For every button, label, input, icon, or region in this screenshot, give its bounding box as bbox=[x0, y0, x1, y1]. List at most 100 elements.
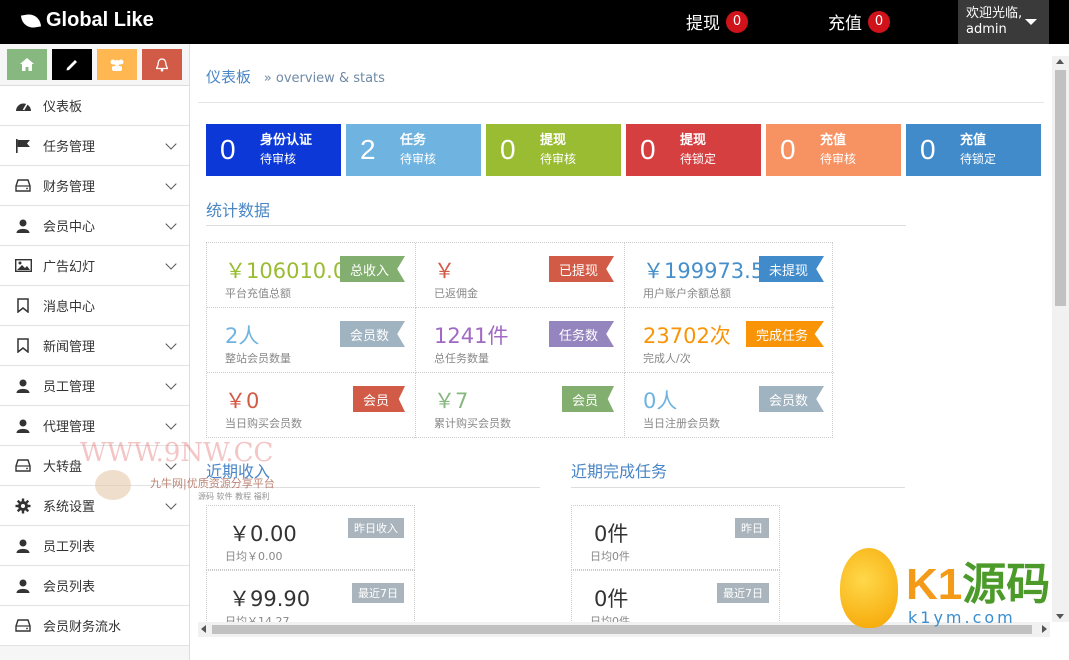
top-navbar: Global Like 提现 0 充值 0 欢迎光临, admin bbox=[0, 0, 1069, 44]
tile-count: 0 bbox=[500, 134, 516, 165]
vertical-scrollbar[interactable] bbox=[1052, 56, 1069, 622]
sidebar-item-label: 会员列表 bbox=[43, 580, 96, 595]
sidebar-item-label: 财务管理 bbox=[43, 180, 96, 195]
sidebar-item-5[interactable]: 消息中心 bbox=[0, 286, 189, 326]
brand-logo[interactable]: Global Like bbox=[20, 9, 154, 32]
k1-logo-icon bbox=[840, 548, 898, 628]
watermark-9nw: WWW.9NW.CC bbox=[80, 438, 274, 468]
sidebar-item-1[interactable]: 任务管理 bbox=[0, 126, 189, 166]
tasks-desc: 日均0件 bbox=[590, 550, 630, 563]
shortcut-home-button[interactable] bbox=[7, 49, 47, 80]
tile-subtitle: 待锁定 bbox=[960, 152, 997, 166]
page-title[interactable]: 仪表板 bbox=[206, 68, 251, 86]
stats-grid: ￥106010.00 平台充值总额 总收入 ￥ 已返佣金 已提现 ￥199973.50 用户账… bbox=[206, 242, 834, 438]
sidebar-item-13[interactable]: 会员财务流水 bbox=[0, 606, 189, 646]
shortcut-users-button[interactable] bbox=[97, 49, 137, 80]
withdraw-nav[interactable]: 提现 0 bbox=[686, 9, 748, 34]
shortcut-edit-button[interactable] bbox=[52, 49, 92, 80]
picture-icon bbox=[14, 258, 32, 274]
bookmark-icon bbox=[14, 338, 32, 354]
breadcrumb-divider bbox=[198, 102, 1044, 103]
watermark-9nw-sub: 源码 软件 教程 福利 bbox=[198, 492, 270, 501]
brand-name: Global Like bbox=[46, 9, 154, 31]
page-subtitle: » overview & stats bbox=[263, 71, 385, 86]
sidebar-item-12[interactable]: 会员列表 bbox=[0, 566, 189, 606]
sidebar-menu: 仪表板 任务管理 财务管理 会员中心 广告幻灯 消息中心 新闻管理 员工管理 代理管理 大转盘 系统… bbox=[0, 86, 189, 646]
user-menu[interactable]: 欢迎光临, admin bbox=[958, 0, 1049, 44]
tile-title: 任务 bbox=[400, 133, 427, 148]
scroll-left-icon[interactable] bbox=[201, 625, 206, 633]
tasks-value: 0件 bbox=[594, 522, 629, 546]
stat-desc: 用户账户余额总额 bbox=[643, 287, 731, 300]
stat-ribbon: 会员 bbox=[561, 386, 614, 412]
stat-ribbon: 已提现 bbox=[548, 256, 614, 282]
chevron-down-icon bbox=[165, 218, 177, 230]
user-icon bbox=[14, 218, 32, 234]
tile-subtitle: 待审核 bbox=[540, 152, 577, 166]
sidebar-item-10[interactable]: 系统设置 bbox=[0, 486, 189, 526]
stat-desc: 平台充值总额 bbox=[225, 287, 291, 300]
scroll-right-icon[interactable] bbox=[1042, 625, 1047, 633]
sidebar-item-3[interactable]: 会员中心 bbox=[0, 206, 189, 246]
sidebar-item-2[interactable]: 财务管理 bbox=[0, 166, 189, 206]
tasks-value: 0件 bbox=[594, 587, 629, 611]
income-tag: 昨日收入 bbox=[348, 518, 404, 538]
stats-title: 统计数据 bbox=[206, 201, 271, 220]
flag-icon bbox=[14, 138, 32, 154]
scroll-up-icon[interactable] bbox=[1056, 59, 1064, 64]
tile-subtitle: 待审核 bbox=[820, 152, 857, 166]
summary-tile[interactable]: 0 身份认证待审核 bbox=[206, 124, 341, 176]
stat-cell: ￥199973.50 用户账户余额总额 未提现 bbox=[625, 243, 834, 308]
summary-tile[interactable]: 2 任务 待审核 bbox=[346, 124, 481, 176]
sidebar-item-label: 消息中心 bbox=[43, 300, 96, 315]
sidebar-item-6[interactable]: 新闻管理 bbox=[0, 326, 189, 366]
tile-label: 任务 待审核 bbox=[400, 131, 436, 169]
stat-ribbon: 会员数 bbox=[758, 386, 824, 412]
main-content: 仪表板 » overview & stats 0 身份认证 待审核 2 任务 待审核 0 提现… bbox=[190, 44, 1052, 626]
tile-title: 充值 bbox=[960, 133, 987, 148]
stat-desc: 当日购买会员数 bbox=[225, 417, 302, 430]
recharge-nav[interactable]: 充值 0 bbox=[828, 9, 890, 34]
sidebar-item-label: 系统设置 bbox=[43, 500, 96, 515]
home-icon bbox=[20, 58, 34, 71]
cow-logo-icon bbox=[95, 470, 131, 500]
summary-tile[interactable]: 0 提现 待锁定 bbox=[626, 124, 761, 176]
summary-tile[interactable]: 0 提现待审核 bbox=[486, 124, 621, 176]
stat-desc: 已返佣金 bbox=[434, 287, 478, 300]
vertical-scroll-thumb[interactable] bbox=[1055, 70, 1066, 306]
sidebar-item-label: 员工管理 bbox=[43, 380, 96, 395]
hdd-icon bbox=[14, 458, 32, 474]
sidebar-item-0[interactable]: 仪表板 bbox=[0, 86, 189, 126]
tile-count: 0 bbox=[220, 134, 236, 165]
chevron-down-icon bbox=[165, 378, 177, 390]
tile-title: 身份认证 bbox=[260, 133, 313, 148]
sidebar-item-7[interactable]: 员工管理 bbox=[0, 366, 189, 406]
stat-desc: 完成人/次 bbox=[643, 352, 691, 365]
stat-ribbon: 未提现 bbox=[758, 256, 824, 282]
stat-ribbon: 任务数 bbox=[548, 321, 614, 347]
tile-label: 充值 待锁定 bbox=[960, 131, 996, 169]
tile-count: 2 bbox=[360, 134, 376, 165]
sidebar-item-label: 代理管理 bbox=[43, 420, 96, 435]
sidebar-item-4[interactable]: 广告幻灯 bbox=[0, 246, 189, 286]
tile-label: 提现 待锁定 bbox=[680, 131, 716, 169]
k1-title-k1: K1 bbox=[906, 560, 963, 609]
tile-title: 提现 bbox=[540, 133, 567, 148]
user-icon bbox=[14, 418, 32, 434]
sidebar-item-11[interactable]: 员工列表 bbox=[0, 526, 189, 566]
summary-tiles: 0 身份认证 待审核 2 任务 待审核 0 提现 待审核 0 提现 待锁定 0 充值 待审核 0 充值 待锁定 bbox=[206, 124, 1041, 176]
scroll-down-icon[interactable] bbox=[1056, 614, 1064, 619]
tile-count: 0 bbox=[640, 134, 656, 165]
stat-cell: 2人 整站会员数量 会员数 bbox=[207, 308, 416, 373]
summary-tile[interactable]: 0 充值 待审核 bbox=[766, 124, 901, 176]
tasks-tag: 最近7日 bbox=[717, 583, 769, 603]
tile-count: 0 bbox=[780, 134, 796, 165]
tile-subtitle: 待审核 bbox=[260, 152, 297, 166]
stat-ribbon: 会员数 bbox=[339, 321, 405, 347]
shortcut-notify-button[interactable] bbox=[142, 49, 182, 80]
sidebar: 仪表板 任务管理 财务管理 会员中心 广告幻灯 消息中心 新闻管理 员工管理 代理管理 大转盘 系统… bbox=[0, 44, 190, 660]
sidebar-item-label: 新闻管理 bbox=[43, 340, 96, 355]
stat-ribbon: 总收入 bbox=[339, 256, 405, 282]
chevron-down-icon bbox=[165, 498, 177, 510]
summary-tile[interactable]: 0 充值 待锁定 bbox=[906, 124, 1041, 176]
